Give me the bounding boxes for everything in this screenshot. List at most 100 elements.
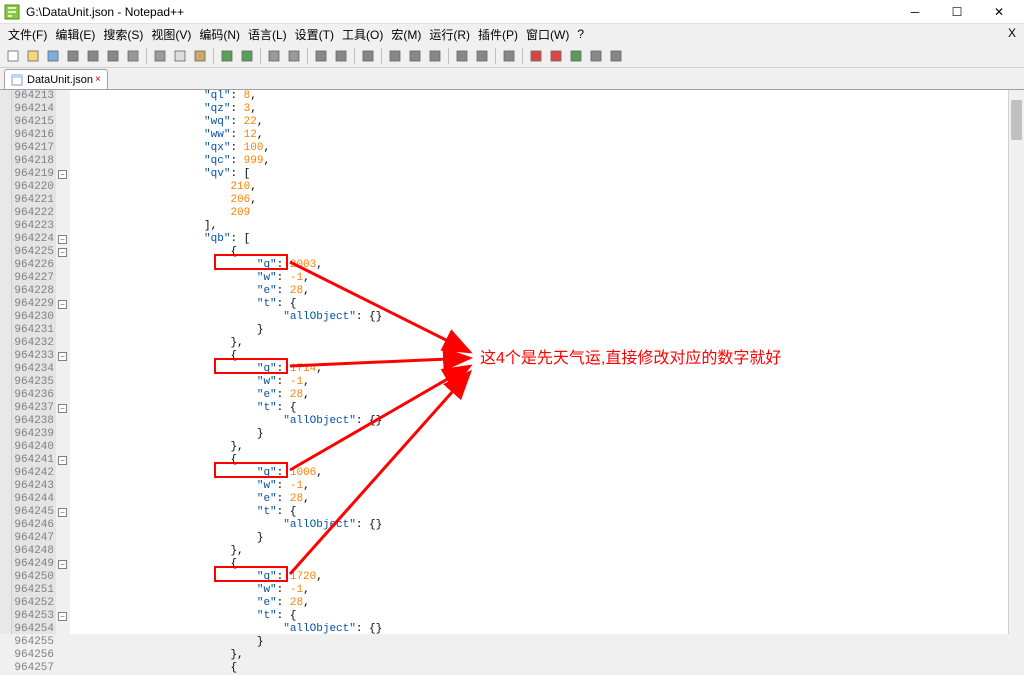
toolbar-stop-icon[interactable] [547,47,565,65]
code-line[interactable]: "allObject": {} [70,415,1008,428]
toolbar-find-icon[interactable] [265,47,283,65]
fold-toggle-icon[interactable]: − [58,248,67,257]
fold-toggle-icon[interactable]: − [58,508,67,517]
code-line[interactable]: "t": { [70,506,1008,519]
code-area[interactable]: "ql": 8, "qz": 3, "wq": 22, "ww": 12, "q… [70,90,1008,634]
code-line[interactable]: } [70,324,1008,337]
toolbar-save-macro-icon[interactable] [607,47,625,65]
code-line[interactable]: "t": { [70,402,1008,415]
toolbar-undo-icon[interactable] [218,47,236,65]
code-line[interactable]: } [70,428,1008,441]
toolbar-sync-icon[interactable] [359,47,377,65]
code-line[interactable]: "q": 2003, [70,259,1008,272]
code-line[interactable]: "qx": 100, [70,142,1008,155]
code-line[interactable]: "t": { [70,610,1008,623]
fold-toggle-icon[interactable]: − [58,456,67,465]
code-line[interactable]: "allObject": {} [70,623,1008,636]
menu-help[interactable]: ? [573,25,588,43]
tab-dataunit[interactable]: DataUnit.json× [4,69,108,89]
fold-toggle-icon[interactable]: − [58,170,67,179]
menu-language[interactable]: 语言(L) [244,24,291,45]
toolbar-print-icon[interactable] [124,47,142,65]
toolbar-close-icon[interactable] [84,47,102,65]
code-line[interactable]: }, [70,545,1008,558]
toolbar-redo-icon[interactable] [238,47,256,65]
code-line[interactable]: } [70,532,1008,545]
close-button[interactable]: ✕ [978,1,1020,23]
menu-macro[interactable]: 宏(M) [387,24,425,45]
menu-tools[interactable]: 工具(O) [338,24,387,45]
toolbar-hide-icon[interactable] [500,47,518,65]
menu-search[interactable]: 搜索(S) [99,24,147,45]
toolbar-play-multi-icon[interactable] [587,47,605,65]
toolbar-fold-icon[interactable] [453,47,471,65]
code-line[interactable]: "q": 1006, [70,467,1008,480]
code-line[interactable]: "e": 28, [70,597,1008,610]
toolbar-play-icon[interactable] [567,47,585,65]
toolbar-close-all-icon[interactable] [104,47,122,65]
code-line[interactable]: "w": -1, [70,272,1008,285]
toolbar-chars-icon[interactable] [406,47,424,65]
toolbar-new-icon[interactable] [4,47,22,65]
code-line[interactable]: "allObject": {} [70,519,1008,532]
toolbar-save-all-icon[interactable] [64,47,82,65]
menu-file[interactable]: 文件(F) [4,24,51,45]
toolbar-copy-icon[interactable] [171,47,189,65]
code-line[interactable]: "e": 28, [70,285,1008,298]
code-line[interactable]: "e": 28, [70,389,1008,402]
code-line[interactable]: "wq": 22, [70,116,1008,129]
fold-gutter[interactable]: − − − − − − − − − − [56,90,70,634]
minimize-button[interactable]: ─ [894,1,936,23]
code-line[interactable]: "qc": 999, [70,155,1008,168]
toolbar-wrap-icon[interactable] [386,47,404,65]
code-line[interactable]: }, [70,441,1008,454]
code-line[interactable]: "e": 28, [70,493,1008,506]
code-line[interactable]: "ww": 12, [70,129,1008,142]
menu-window[interactable]: 窗口(W) [522,24,573,45]
code-line[interactable]: { [70,558,1008,571]
code-line[interactable]: { [70,350,1008,363]
toolbar-save-icon[interactable] [44,47,62,65]
code-line[interactable]: "allObject": {} [70,311,1008,324]
code-line[interactable]: "qv": [ [70,168,1008,181]
toolbar-paste-icon[interactable] [191,47,209,65]
bookmark-margin[interactable] [0,90,12,634]
code-line[interactable]: { [70,246,1008,259]
code-line[interactable]: "q": 1714, [70,363,1008,376]
code-line[interactable]: "w": -1, [70,584,1008,597]
menu-settings[interactable]: 设置(T) [291,24,338,45]
fold-toggle-icon[interactable]: − [58,235,67,244]
fold-toggle-icon[interactable]: − [58,352,67,361]
menu-view[interactable]: 视图(V) [147,24,195,45]
toolbar-replace-icon[interactable] [285,47,303,65]
toolbar-open-icon[interactable] [24,47,42,65]
code-line[interactable]: 210, [70,181,1008,194]
menu-encoding[interactable]: 编码(N) [195,24,244,45]
code-line[interactable]: "qb": [ [70,233,1008,246]
fold-toggle-icon[interactable]: − [58,560,67,569]
line-number-gutter[interactable]: 9642139642149642159642169642179642189642… [12,90,56,634]
scrollbar-thumb[interactable] [1011,100,1022,140]
fold-toggle-icon[interactable]: − [58,612,67,621]
code-line[interactable]: 209 [70,207,1008,220]
code-line[interactable]: { [70,662,1008,675]
toolbar-rec-icon[interactable] [527,47,545,65]
code-line[interactable]: }, [70,649,1008,662]
toolbar-indent-icon[interactable] [426,47,444,65]
menu-run[interactable]: 运行(R) [425,24,474,45]
code-line[interactable]: }, [70,337,1008,350]
code-line[interactable]: "w": -1, [70,376,1008,389]
toolbar-unfold-icon[interactable] [473,47,491,65]
code-line[interactable]: ], [70,220,1008,233]
fold-toggle-icon[interactable]: − [58,300,67,309]
code-line[interactable]: "w": -1, [70,480,1008,493]
code-line[interactable]: "t": { [70,298,1008,311]
code-line[interactable]: "q": 1720, [70,571,1008,584]
toolbar-zoom-in-icon[interactable] [312,47,330,65]
menu-edit[interactable]: 编辑(E) [51,24,99,45]
menubar-close-icon[interactable]: X [1008,26,1016,40]
code-line[interactable]: "qz": 3, [70,103,1008,116]
tab-close-icon[interactable]: × [95,74,101,85]
code-line[interactable]: "ql": 8, [70,90,1008,103]
fold-toggle-icon[interactable]: − [58,404,67,413]
